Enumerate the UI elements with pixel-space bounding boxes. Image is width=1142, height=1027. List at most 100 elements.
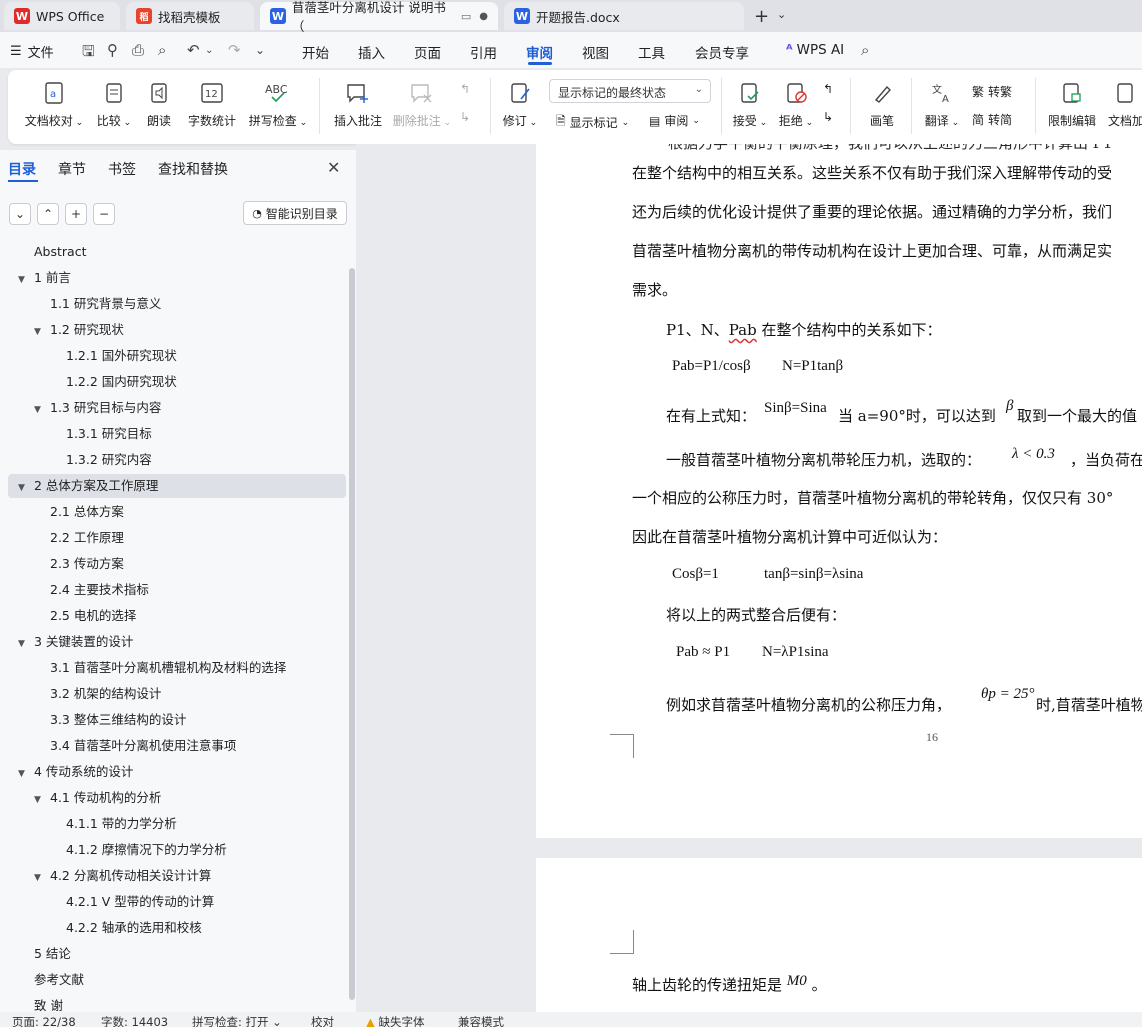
caret-down-icon[interactable]: ▼ [18,632,30,656]
menu-view[interactable]: 视图 [582,42,609,62]
doc-add-button[interactable]: 文档加 [1104,80,1142,129]
more-chevron-icon[interactable]: ⌄ [255,43,265,57]
add-tab-icon[interactable]: + [754,6,769,27]
menu-insert[interactable]: 插入 [358,42,385,62]
save-icon[interactable]: 🖫 [82,41,95,66]
prev-change-icon[interactable]: ↰ [823,82,833,96]
toc-scrollbar[interactable] [349,268,355,1000]
toc-item[interactable]: ▼ 4.2 分离机传动相关设计计算 [34,864,211,888]
toc-item[interactable]: 4.2.1 V 型带的传动的计算 [50,890,214,914]
caret-down-icon[interactable]: ▼ [18,476,30,500]
pen-button[interactable]: 画笔 [864,80,900,129]
restrict-edit-button[interactable]: 限制编辑 [1044,80,1100,129]
tab-current-doc[interactable]: W 苜蓿茎叶分离机设计 说明书（ ▭ ● [260,0,498,34]
toc-item[interactable]: 4.1.1 带的力学分析 [50,812,177,836]
reject-button[interactable]: 拒绝 ⌄ [776,80,816,129]
redo-icon[interactable]: ↷ [228,41,241,59]
caret-down-icon[interactable]: ▼ [34,788,46,812]
print-icon[interactable]: ⎙ [132,41,144,59]
undo-icon[interactable]: ↶ [187,41,200,59]
menu-tools[interactable]: 工具 [638,42,665,62]
tab-kaiti-doc[interactable]: W 开题报告.docx [504,2,744,30]
toc-item[interactable]: 3.2 机架的结构设计 [34,682,161,706]
toc-item[interactable]: Abstract [18,240,86,264]
menu-member[interactable]: 会员专享 [695,42,749,62]
toc-item[interactable]: 1.3.2 研究内容 [50,448,152,472]
toc-item[interactable]: 4.1.2 摩擦情况下的力学分析 [50,838,227,862]
to-simplified-button[interactable]: 简 转简 [972,111,1012,128]
menu-reference[interactable]: 引用 [470,42,497,62]
spell-error-mark[interactable]: Pab [729,321,757,339]
prev-comment-icon[interactable]: ↰ [460,82,470,96]
toc-item[interactable]: 1.1 研究背景与意义 [34,292,161,316]
next-comment-icon[interactable]: ↳ [460,110,470,124]
spell-check-status[interactable]: 拼写检查: 打开 ⌄ [192,1014,282,1027]
undo-dropdown-icon[interactable]: ⌄ [205,45,213,56]
share-icon[interactable]: ⚲ [107,41,118,59]
toc-item[interactable]: 2.1 总体方案 [34,500,124,524]
toc-item[interactable]: 3.4 苜蓿茎叶分离机使用注意事项 [34,734,236,758]
smart-toc-button[interactable]: ◔ 智能识别目录 [243,201,347,225]
menu-review[interactable]: 审阅 [526,42,553,62]
menu-start[interactable]: 开始 [302,42,329,62]
insert-comment-button[interactable]: 插入批注 [330,80,386,129]
toc-item[interactable]: ▼ 1.2 研究现状 [34,318,124,342]
collapse-all-button[interactable]: ⌄ [9,203,31,225]
caret-down-icon[interactable]: ▼ [34,866,46,890]
toc-item[interactable]: 2.4 主要技术指标 [34,578,149,602]
spell-check-button[interactable]: ABC 拼写检查 ⌄ [246,80,310,129]
toc-item[interactable]: ▼ 2 总体方案及工作原理 [18,474,158,498]
file-menu[interactable]: ☰ 文件 [10,42,54,61]
menu-wps-ai[interactable]: ᴬ WPS AI [786,42,844,58]
toc-item[interactable]: 1.2.1 国外研究现状 [50,344,177,368]
caret-down-icon[interactable]: ▼ [34,320,46,344]
read-aloud-button[interactable]: 朗读 [142,80,176,129]
revise-button[interactable]: 修订 ⌄ [500,80,540,129]
toc-item[interactable]: 3.3 整体三维结构的设计 [34,708,186,732]
proof-status[interactable]: 校对 [311,1014,334,1027]
to-traditional-button[interactable]: 繁 转繁 [972,83,1012,100]
unsaved-dot-icon[interactable]: ● [479,11,488,22]
word-count-indicator[interactable]: 字数: 14403 [101,1014,168,1027]
caret-down-icon[interactable]: ▼ [18,268,30,292]
chevron-down-icon[interactable]: ⌄ [777,8,786,21]
markup-mode-select[interactable]: 显示标记的最终状态 ⌄ [549,79,711,103]
add-heading-button[interactable]: + [65,203,87,225]
word-count-button[interactable]: 12 字数统计 [184,80,240,129]
expand-up-button[interactable]: ⌃ [37,203,59,225]
toc-item[interactable]: ▼ 1.3 研究目标与内容 [34,396,161,420]
tab-wps-office[interactable]: W WPS Office [4,2,120,30]
toc-item[interactable]: 2.2 工作原理 [34,526,124,550]
caret-down-icon[interactable]: ▼ [18,762,30,786]
toc-item[interactable]: 3.1 苜蓿茎叶分离机槽辊机构及材料的选择 [34,656,286,680]
translate-button[interactable]: 文A 翻译 ⌄ [920,80,964,129]
search-icon[interactable]: ⌕ [861,41,869,59]
tab-template[interactable]: 稻 找稻壳模板 [126,2,254,30]
close-icon[interactable]: ✕ [327,158,340,177]
toc-item[interactable]: 5 结论 [18,942,71,966]
tab-chapters[interactable]: 章节 [58,159,86,179]
toc-item[interactable]: 2.3 传动方案 [34,552,124,576]
compare-button[interactable]: 比较 ⌄ [94,80,134,129]
toc-item[interactable]: 参考文献 [18,968,84,992]
toc-item[interactable]: 1.3.1 研究目标 [50,422,152,446]
accept-button[interactable]: 接受 ⌄ [730,80,770,129]
compat-mode-status[interactable]: 兼容模式 [458,1014,504,1027]
toc-item[interactable]: ▼ 1 前言 [18,266,71,290]
page-indicator[interactable]: 页面: 22/38 [12,1014,76,1027]
menu-page[interactable]: 页面 [414,42,441,62]
print-preview-icon[interactable]: ⌕ [158,41,166,59]
toc-item[interactable]: ▼ 3 关键装置的设计 [18,630,133,654]
tab-find-replace[interactable]: 查找和替换 [158,159,228,179]
tab-bookmarks[interactable]: 书签 [108,159,136,179]
toc-item[interactable]: ▼ 4.1 传动机构的分析 [34,786,161,810]
toc-item[interactable]: 4.2.2 轴承的选用和校核 [50,916,202,940]
tab-toc[interactable]: 目录 [8,159,36,179]
caret-down-icon[interactable]: ▼ [34,398,46,422]
next-change-icon[interactable]: ↳ [823,110,833,124]
remove-heading-button[interactable]: − [93,203,115,225]
missing-font-status[interactable]: ▲ 缺失字体 [366,1014,425,1027]
toc-item[interactable]: 1.2.2 国内研究现状 [50,370,177,394]
doc-proof-button[interactable]: a 文档校对 ⌄ [22,80,86,129]
toc-item[interactable]: ▼ 4 传动系统的设计 [18,760,133,784]
